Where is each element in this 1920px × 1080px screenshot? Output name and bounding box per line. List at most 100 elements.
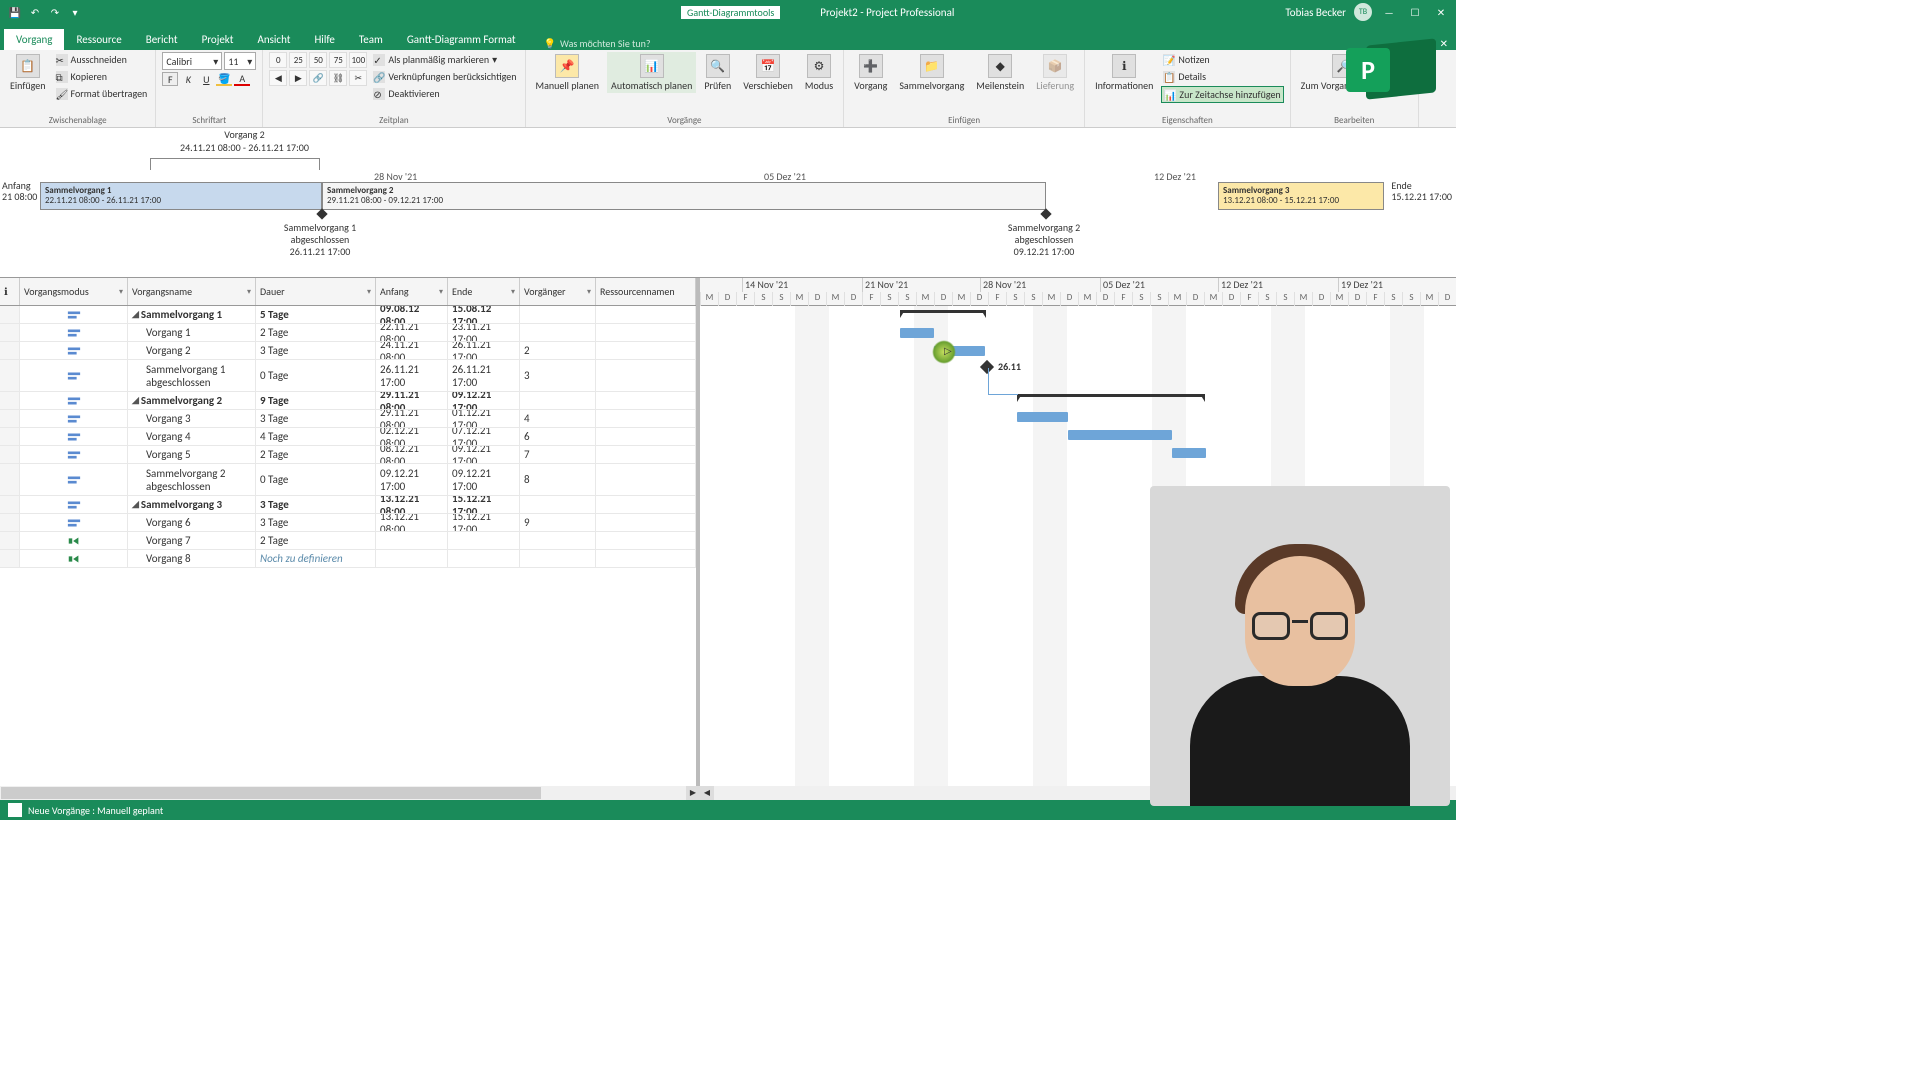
row-start-cell[interactable] [376, 550, 448, 567]
row-start-cell[interactable]: 13.12.21 08:00 [376, 496, 448, 513]
row-start-cell[interactable]: 02.12.21 08:00 [376, 428, 448, 445]
row-duration-cell[interactable]: Noch zu definieren [256, 550, 376, 567]
row-duration-cell[interactable]: 5 Tage [256, 306, 376, 323]
table-row[interactable]: Vorgang 52 Tage08.12.21 08:0009.12.21 17… [0, 446, 696, 464]
user-avatar[interactable]: TB [1354, 3, 1372, 21]
copy-button[interactable]: ⧉Kopieren [54, 69, 150, 84]
timeline-bar-2[interactable]: Sammelvorgang 229.11.21 08:00 - 09.12.21… [322, 182, 1046, 210]
row-predecessor-cell[interactable] [520, 532, 596, 549]
row-predecessor-cell[interactable]: 9 [520, 514, 596, 531]
paste-button[interactable]: 📋Einfügen [6, 52, 50, 93]
col-predecessors[interactable]: Vorgänger▾ [520, 278, 596, 305]
table-row[interactable]: Vorgang 63 Tage13.12.21 08:0015.12.21 17… [0, 514, 696, 532]
row-resource-cell[interactable] [596, 550, 696, 567]
row-info-cell[interactable] [0, 392, 20, 409]
row-name-cell[interactable]: Vorgang 7 [128, 532, 256, 549]
table-row[interactable]: ◢Sammelvorgang 29 Tage29.11.21 08:0009.1… [0, 392, 696, 410]
table-row[interactable]: Vorgang 12 Tage22.11.21 08:0023.11.21 17… [0, 324, 696, 342]
row-info-cell[interactable] [0, 446, 20, 463]
row-mode-cell[interactable] [20, 446, 128, 463]
tab-hilfe[interactable]: Hilfe [302, 29, 346, 50]
pct-25-button[interactable]: 25 [289, 52, 307, 68]
row-start-cell[interactable]: 24.11.21 08:00 [376, 342, 448, 359]
row-duration-cell[interactable]: 3 Tage [256, 342, 376, 359]
pct-100-button[interactable]: 100 [349, 52, 367, 68]
row-name-cell[interactable]: ◢Sammelvorgang 3 [128, 496, 256, 513]
row-name-cell[interactable]: Vorgang 6 [128, 514, 256, 531]
timeline-view[interactable]: Vorgang 2 24.11.21 08:00 - 26.11.21 17:0… [0, 128, 1456, 278]
tab-team[interactable]: Team [347, 29, 395, 50]
row-info-cell[interactable] [0, 306, 20, 323]
font-size-selector[interactable]: 11▾ [224, 52, 256, 70]
row-mode-cell[interactable] [20, 360, 128, 391]
row-start-cell[interactable]: 09.08.12 08:00 [376, 306, 448, 323]
row-resource-cell[interactable] [596, 392, 696, 409]
col-resources[interactable]: Ressourcennamen [596, 278, 696, 305]
row-end-cell[interactable]: 01.12.21 17:00 [448, 410, 520, 427]
table-horizontal-scrollbar[interactable]: ▶ [0, 786, 700, 800]
deactivate-button[interactable]: ⊘Deaktivieren [371, 86, 518, 101]
close-subwindow-button[interactable]: ✕ [1440, 37, 1448, 50]
row-info-cell[interactable] [0, 464, 20, 495]
gantt-summary-bar[interactable] [900, 310, 986, 316]
row-mode-cell[interactable] [20, 496, 128, 513]
row-name-cell[interactable]: Vorgang 3 [128, 410, 256, 427]
row-info-cell[interactable] [0, 514, 20, 531]
notes-button[interactable]: 📝Notizen [1161, 52, 1283, 67]
row-resource-cell[interactable] [596, 360, 696, 391]
pct-0-button[interactable]: 0 [269, 52, 287, 68]
row-name-cell[interactable]: Vorgang 8 [128, 550, 256, 567]
col-start[interactable]: Anfang▾ [376, 278, 448, 305]
row-mode-cell[interactable] [20, 514, 128, 531]
task-table[interactable]: ℹ Vorgangsmodus▾ Vorgangsname▾ Dauer▾ An… [0, 278, 700, 798]
col-duration[interactable]: Dauer▾ [256, 278, 376, 305]
row-resource-cell[interactable] [596, 496, 696, 513]
row-mode-cell[interactable] [20, 550, 128, 567]
table-row[interactable]: Vorgang 72 Tage [0, 532, 696, 550]
row-resource-cell[interactable] [596, 532, 696, 549]
tab-gantt-format[interactable]: Gantt-Diagramm Format [395, 29, 528, 50]
row-name-cell[interactable]: Vorgang 5 [128, 446, 256, 463]
col-mode[interactable]: Vorgangsmodus▾ [20, 278, 128, 305]
row-mode-cell[interactable] [20, 532, 128, 549]
insert-deliverable-button[interactable]: 📦Lieferung [1032, 52, 1078, 93]
tab-ansicht[interactable]: Ansicht [245, 29, 302, 50]
split-button[interactable]: ✂ [349, 70, 367, 86]
col-info-icon[interactable]: ℹ [0, 278, 20, 305]
table-row[interactable]: Sammelvorgang 2 abgeschlossen0 Tage09.12… [0, 464, 696, 496]
row-mode-cell[interactable] [20, 324, 128, 341]
row-end-cell[interactable] [448, 532, 520, 549]
insert-milestone-button[interactable]: ◆Meilenstein [972, 52, 1028, 93]
undo-icon[interactable]: ↶ [28, 5, 42, 19]
row-duration-cell[interactable]: 0 Tage [256, 360, 376, 391]
row-predecessor-cell[interactable]: 8 [520, 464, 596, 495]
row-start-cell[interactable]: 26.11.21 17:00 [376, 360, 448, 391]
pct-75-button[interactable]: 75 [329, 52, 347, 68]
auto-schedule-button[interactable]: 📊Automatisch planen [607, 52, 696, 93]
row-mode-cell[interactable] [20, 306, 128, 323]
row-predecessor-cell[interactable]: 6 [520, 428, 596, 445]
row-end-cell[interactable]: 15.08.12 17:00 [448, 306, 520, 323]
link-button[interactable]: 🔗 [309, 70, 327, 86]
qat-dropdown-icon[interactable]: ▾ [68, 5, 82, 19]
row-end-cell[interactable]: 07.12.21 17:00 [448, 428, 520, 445]
inspect-button[interactable]: 🔍Prüfen [700, 52, 735, 93]
gantt-milestone[interactable] [980, 360, 994, 374]
table-row[interactable]: Vorgang 33 Tage29.11.21 08:0001.12.21 17… [0, 410, 696, 428]
row-start-cell[interactable]: 09.12.21 17:00 [376, 464, 448, 495]
information-button[interactable]: ℹInformationen [1091, 52, 1157, 93]
row-start-cell[interactable]: 29.11.21 08:00 [376, 392, 448, 409]
table-row[interactable]: ◢Sammelvorgang 33 Tage13.12.21 08:0015.1… [0, 496, 696, 514]
row-end-cell[interactable]: 26.11.21 17:00 [448, 360, 520, 391]
timeline-bar-1[interactable]: Sammelvorgang 122.11.21 08:00 - 26.11.21… [40, 182, 322, 210]
row-info-cell[interactable] [0, 410, 20, 427]
font-color-button[interactable]: A [234, 72, 250, 86]
insert-summary-button[interactable]: 📁Sammelvorgang [895, 52, 968, 93]
indent-button[interactable]: ▶ [289, 70, 307, 86]
row-info-cell[interactable] [0, 324, 20, 341]
row-info-cell[interactable] [0, 360, 20, 391]
row-predecessor-cell[interactable]: 4 [520, 410, 596, 427]
row-start-cell[interactable]: 22.11.21 08:00 [376, 324, 448, 341]
tab-projekt[interactable]: Projekt [190, 29, 246, 50]
row-info-cell[interactable] [0, 428, 20, 445]
